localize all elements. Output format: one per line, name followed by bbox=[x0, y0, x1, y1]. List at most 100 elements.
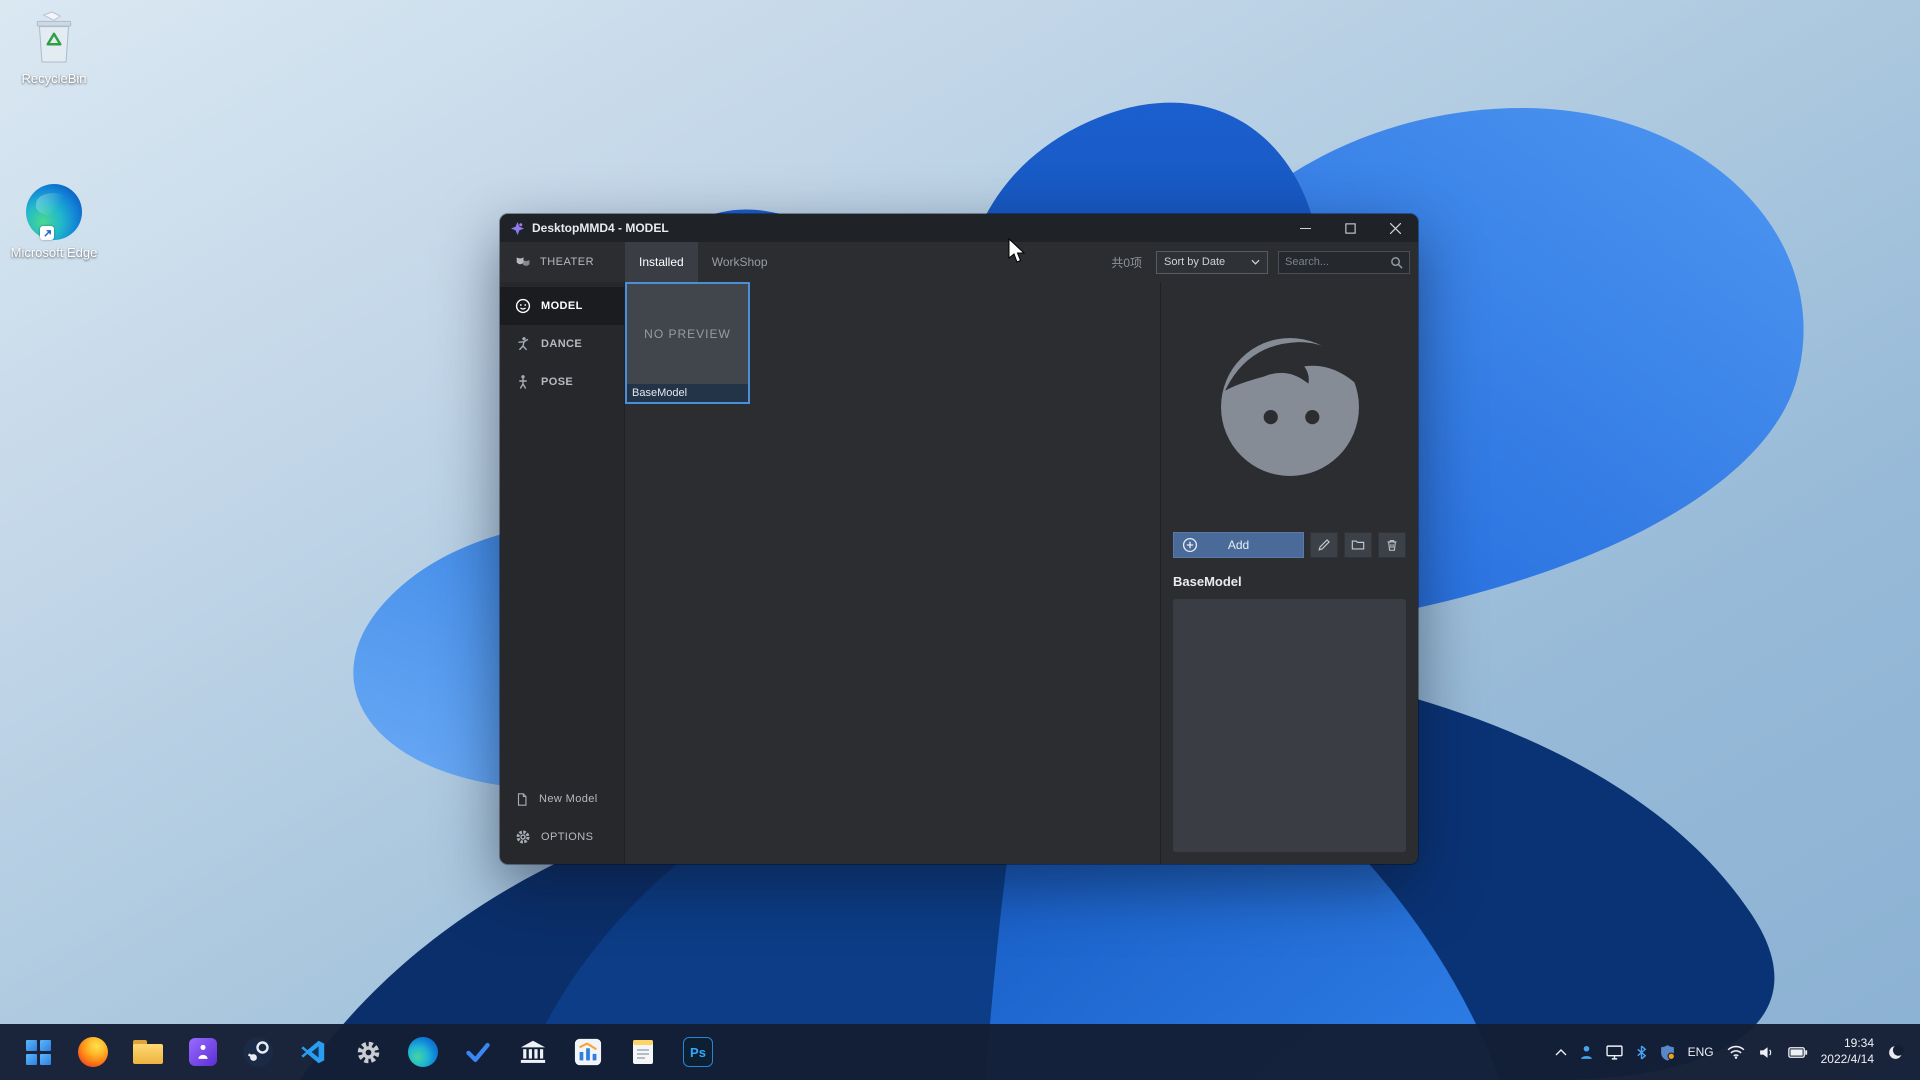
moon-icon bbox=[1889, 1044, 1904, 1059]
tray-battery-button[interactable] bbox=[1787, 1046, 1808, 1058]
add-button[interactable]: Add bbox=[1173, 532, 1304, 558]
taskbar-stats-app-button[interactable] bbox=[566, 1030, 610, 1074]
new-file-icon bbox=[517, 792, 527, 806]
firefox-icon bbox=[78, 1037, 108, 1067]
avatar-placeholder-icon bbox=[1220, 338, 1359, 476]
tray-focus-assist-button[interactable] bbox=[1887, 1044, 1904, 1061]
open-folder-button[interactable] bbox=[1344, 532, 1372, 558]
folder-icon bbox=[1351, 540, 1365, 550]
theater-icon bbox=[516, 256, 530, 266]
avatar-wrap bbox=[1173, 282, 1406, 532]
file-explorer-icon bbox=[133, 1040, 163, 1064]
sort-dropdown[interactable]: Sort by Date bbox=[1156, 250, 1268, 274]
model-library-grid: NO PREVIEW BaseModel bbox=[625, 282, 1160, 864]
edge-browser-icon bbox=[408, 1037, 438, 1067]
tray-language-button[interactable]: ENG bbox=[1688, 1045, 1714, 1059]
model-card-preview: NO PREVIEW bbox=[627, 284, 748, 384]
photoshop-icon: Ps bbox=[683, 1037, 713, 1067]
tray-security-shield-button[interactable] bbox=[1660, 1044, 1675, 1061]
taskbar-photoshop-button[interactable]: Ps bbox=[676, 1030, 720, 1074]
chevron-up-icon bbox=[1555, 1048, 1567, 1055]
taskbar-firefox-button[interactable] bbox=[71, 1030, 115, 1074]
taskbar-edge-button[interactable] bbox=[401, 1030, 445, 1074]
chart-icon bbox=[574, 1038, 602, 1066]
taskbar-notepad-button[interactable] bbox=[621, 1030, 665, 1074]
shield-warning-icon bbox=[1660, 1044, 1675, 1060]
tray-volume-button[interactable] bbox=[1758, 1046, 1775, 1059]
sidebar-item-dance[interactable]: DANCE bbox=[500, 325, 624, 363]
sidebar-item-label: OPTIONS bbox=[541, 831, 594, 843]
sidebar-item-label: POSE bbox=[541, 376, 574, 388]
language-label: ENG bbox=[1687, 1045, 1714, 1059]
desktopmmd-window: DesktopMMD4 - MODEL THEATER Installed Wo… bbox=[500, 214, 1418, 864]
photoshop-icon-label: Ps bbox=[690, 1044, 706, 1060]
person-icon bbox=[1580, 1045, 1592, 1059]
tab-installed-label: Installed bbox=[639, 255, 684, 269]
taskbar-steam-button[interactable] bbox=[236, 1030, 280, 1074]
plus-circle-icon bbox=[1182, 537, 1198, 553]
maximize-icon bbox=[1345, 222, 1356, 234]
notepad-icon bbox=[633, 1040, 653, 1064]
taskbar-vscode-button[interactable] bbox=[291, 1030, 335, 1074]
sidebar: MODEL DANCE POSE New Model OPTIONS bbox=[500, 282, 625, 864]
desktop: RecycleBin Microsoft Edge DesktopMMD4 - … bbox=[0, 0, 1920, 1080]
sidebar-item-model[interactable]: MODEL bbox=[500, 287, 624, 325]
tab-installed[interactable]: Installed bbox=[625, 242, 698, 282]
trash-icon bbox=[1387, 540, 1397, 551]
desktop-icon-edge[interactable]: Microsoft Edge bbox=[8, 182, 100, 261]
vscode-icon bbox=[301, 1040, 325, 1064]
edit-button[interactable] bbox=[1310, 532, 1338, 558]
search-icon[interactable] bbox=[1390, 256, 1403, 269]
close-button[interactable] bbox=[1373, 214, 1418, 242]
sidebar-item-new-model[interactable]: New Model bbox=[500, 780, 624, 818]
tray-bluetooth-button[interactable] bbox=[1636, 1045, 1647, 1060]
sidebar-item-pose[interactable]: POSE bbox=[500, 363, 624, 401]
detail-model-name: BaseModel bbox=[1173, 574, 1242, 589]
tray-wifi-button[interactable] bbox=[1727, 1045, 1745, 1059]
settings-gear-icon bbox=[357, 1041, 379, 1063]
pencil-icon bbox=[1318, 539, 1330, 551]
shortcut-arrow-icon bbox=[40, 226, 54, 240]
building-icon bbox=[520, 1040, 546, 1063]
desktopmmd-icon bbox=[189, 1038, 217, 1066]
window-body: MODEL DANCE POSE New Model OPTIONS NO PR… bbox=[500, 282, 1418, 864]
titlebar[interactable]: DesktopMMD4 - MODEL bbox=[500, 214, 1418, 242]
delete-button[interactable] bbox=[1378, 532, 1406, 558]
desktop-icon-recycle-bin[interactable]: RecycleBin bbox=[8, 8, 100, 87]
sidebar-item-options[interactable]: OPTIONS bbox=[500, 818, 624, 856]
dance-icon bbox=[518, 337, 529, 351]
taskbar-desktopmmd-button[interactable] bbox=[181, 1030, 225, 1074]
bluetooth-icon bbox=[1636, 1045, 1646, 1059]
sort-dropdown-value: Sort by Date bbox=[1164, 256, 1226, 268]
tray-chevron-up-button[interactable] bbox=[1555, 1048, 1567, 1056]
start-button[interactable] bbox=[16, 1030, 60, 1074]
maximize-button[interactable] bbox=[1328, 214, 1373, 242]
speaker-icon bbox=[1759, 1046, 1771, 1058]
tab-workshop-label: WorkShop bbox=[711, 255, 768, 269]
add-button-label: Add bbox=[1227, 538, 1250, 552]
item-count-label: 共0项 bbox=[1111, 255, 1142, 270]
edge-icon bbox=[26, 184, 82, 240]
search-box bbox=[1278, 250, 1410, 274]
sidebar-item-label: MODEL bbox=[541, 300, 583, 312]
taskbar-file-explorer-button[interactable] bbox=[126, 1030, 170, 1074]
search-input[interactable] bbox=[1285, 256, 1390, 268]
theater-button[interactable]: THEATER bbox=[500, 242, 625, 282]
sidebar-item-label: New Model bbox=[539, 793, 598, 805]
model-card-basemodel[interactable]: NO PREVIEW BaseModel bbox=[625, 282, 750, 404]
system-tray: ENG 19:34 2022/4/14 bbox=[1555, 1036, 1910, 1067]
taskbar-settings-button[interactable] bbox=[346, 1030, 390, 1074]
taskbar-bank-app-button[interactable] bbox=[511, 1030, 555, 1074]
tray-clock[interactable]: 19:34 2022/4/14 bbox=[1821, 1036, 1874, 1067]
detail-description-box bbox=[1173, 599, 1406, 852]
tab-workshop[interactable]: WorkShop bbox=[698, 242, 782, 282]
recycle-bin-label: RecycleBin bbox=[21, 71, 87, 86]
tray-display-button[interactable] bbox=[1605, 1044, 1623, 1060]
tray-person-app-button[interactable] bbox=[1580, 1045, 1593, 1060]
taskbar-todo-button[interactable] bbox=[456, 1030, 500, 1074]
model-card-name: BaseModel bbox=[627, 384, 748, 402]
minimize-button[interactable] bbox=[1283, 214, 1328, 242]
taskbar-apps: Ps bbox=[10, 1030, 720, 1074]
clock-time: 19:34 bbox=[1843, 1036, 1874, 1051]
pose-icon bbox=[519, 375, 527, 389]
